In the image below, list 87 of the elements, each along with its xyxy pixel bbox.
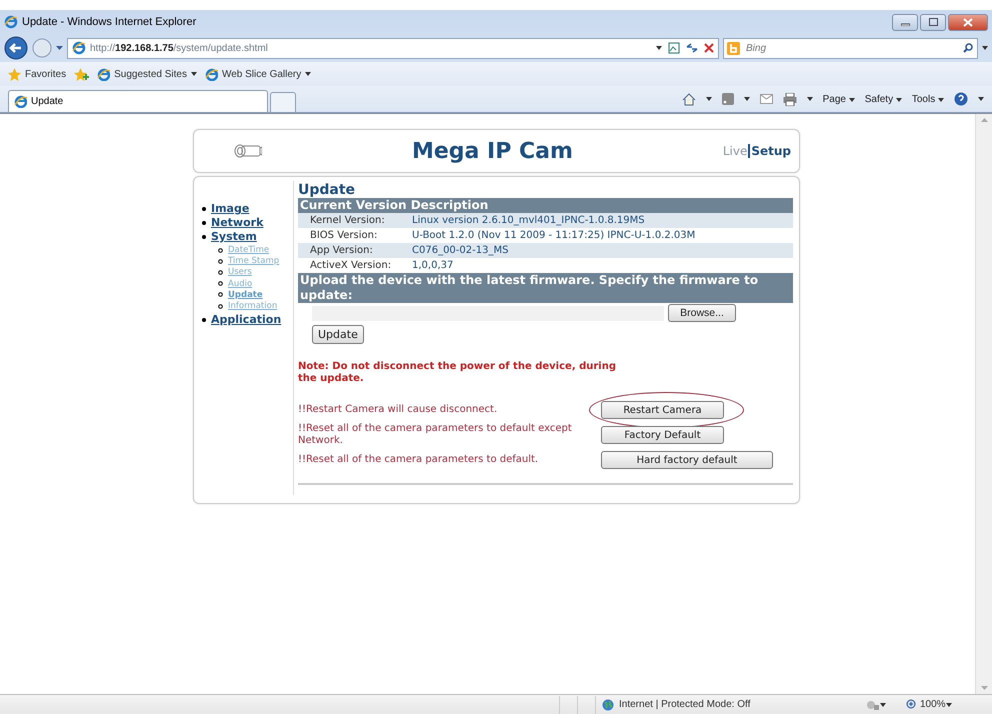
page-icon (97, 68, 110, 80)
bullet-icon (202, 220, 206, 224)
search-icon[interactable] (963, 42, 973, 52)
warning-note: Note: Do not disconnect the power of the device, during the update. (298, 361, 618, 385)
caret-icon[interactable] (744, 97, 750, 101)
command-menu[interactable]: Tools (912, 94, 944, 104)
caret-icon (190, 72, 197, 76)
bullet-icon (218, 281, 223, 286)
maximize-icon (928, 18, 938, 26)
back-icon[interactable] (4, 36, 28, 60)
close-icon (963, 18, 973, 26)
refresh-icon[interactable] (686, 43, 698, 53)
caret-icon[interactable] (806, 97, 813, 101)
feed-icon[interactable] (722, 93, 734, 105)
bullet-icon (218, 248, 223, 253)
field-value: 1,0,0,37 (412, 260, 454, 271)
browser-tab[interactable]: Update (8, 90, 268, 112)
page-icon (204, 68, 218, 80)
caret-icon (305, 72, 312, 76)
address-field[interactable]: http://192.168.1.75/system/update.shtml (67, 38, 719, 58)
zoom-icon (906, 699, 917, 710)
favorites-button[interactable]: Favorites (8, 68, 66, 80)
field-value: C076_00-02-13_MS (412, 245, 508, 256)
table-heading: Current Version Description (298, 198, 793, 213)
field-label: App Version: (310, 245, 374, 256)
upload-heading: Upload the device with the latest firmware. Specify the firmware to update: (298, 273, 793, 303)
caret-icon (938, 98, 944, 102)
action-button[interactable]: Hard factory default (601, 451, 773, 469)
sidebar-link[interactable]: System (211, 230, 257, 243)
compatibility-icon[interactable] (668, 42, 680, 54)
field-value: U-Boot 1.2.0 (Nov 11 2009 - 11:17:25) IPNC-U-1.0.2.03M (412, 230, 696, 241)
page-icon (14, 95, 27, 108)
caret-icon (848, 98, 855, 102)
caret-icon[interactable] (880, 702, 886, 706)
bullet-icon (202, 318, 206, 322)
minimize-button[interactable] (892, 14, 918, 30)
globe-icon (602, 698, 614, 710)
search-provider-icon (727, 42, 740, 54)
bullet-icon (218, 304, 223, 309)
bullet-icon (218, 270, 223, 275)
mail-icon[interactable] (760, 94, 773, 104)
sidebar-link[interactable]: Image (211, 202, 250, 215)
command-menu[interactable]: Page (822, 94, 855, 104)
maximize-button[interactable] (920, 14, 946, 30)
command-menu[interactable]: Safety (864, 94, 902, 104)
camera-icon (234, 143, 262, 159)
zoom-level[interactable]: 100% (906, 699, 946, 710)
browse-button[interactable]: Browse... (668, 304, 736, 322)
action-description: !!Reset all of the camera parameters to default except Network. (298, 423, 573, 447)
star-icon (8, 68, 21, 80)
field-value: Linux version 2.6.10_mvl401_IPNC-1.0.8.19MS (412, 215, 645, 226)
nav-link[interactable]: Setup (751, 144, 791, 158)
field-label: Kernel Version: (310, 215, 386, 226)
action-button[interactable]: Factory Default (601, 426, 724, 444)
home-icon[interactable] (682, 92, 696, 106)
bullet-icon (218, 292, 223, 298)
caret-icon[interactable] (978, 97, 984, 101)
help-icon[interactable] (954, 92, 968, 106)
page-icon (72, 41, 86, 55)
brand-title: Mega IP Cam (410, 138, 574, 164)
favorites-link[interactable]: Suggested Sites (97, 68, 197, 80)
sidebar-link[interactable]: Network (211, 216, 264, 229)
field-label: BIOS Version: (310, 230, 378, 241)
add-favorite-icon[interactable] (74, 68, 90, 80)
action-description: !!Reset all of the camera parameters to default. (298, 454, 540, 466)
bullet-icon (202, 234, 206, 238)
browser-icon (4, 15, 18, 29)
caret-icon[interactable] (982, 46, 988, 50)
stop-icon[interactable] (704, 43, 714, 53)
window-title: Update - Windows Internet Explorer (22, 16, 198, 28)
caret-icon[interactable] (946, 702, 952, 706)
action-description: !!Restart Camera will cause disconnect. (298, 404, 498, 416)
caret-icon[interactable] (706, 97, 712, 101)
close-button[interactable] (948, 14, 988, 30)
field-label: ActiveX Version: (310, 260, 392, 271)
caret-icon[interactable] (656, 46, 662, 50)
search-field[interactable]: Bing (723, 38, 978, 58)
section-heading: Update (298, 182, 356, 198)
bullet-icon (218, 258, 223, 264)
action-button[interactable]: Restart Camera (601, 401, 724, 419)
caret-icon (896, 98, 902, 102)
update-button[interactable]: Update (312, 325, 364, 344)
sidebar-link[interactable]: Application (211, 313, 282, 326)
printer-icon[interactable] (782, 92, 797, 106)
bullet-icon (202, 206, 206, 210)
security-zone[interactable]: Internet | Protected Mode: Off (596, 698, 866, 710)
favorites-link[interactable]: Web Slice Gallery (204, 68, 312, 80)
